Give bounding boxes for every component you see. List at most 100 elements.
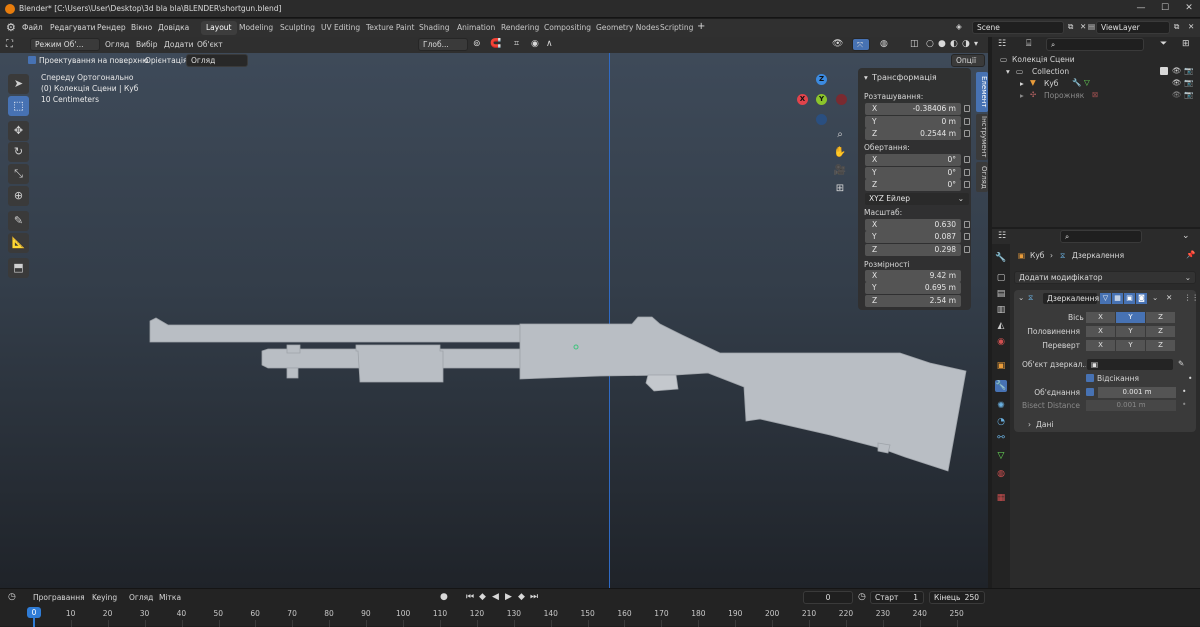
tab-texture-paint[interactable]: Texture Paint [361, 21, 419, 35]
maximize-icon[interactable]: ☐ [1156, 3, 1174, 15]
gizmo-y-axis[interactable]: Y [816, 94, 827, 105]
location-z-field[interactable]: Z 0.2544 m [865, 128, 961, 140]
data-subpanel-label[interactable]: Дані [1036, 420, 1053, 429]
shading-options-icon[interactable]: ▾ [974, 39, 978, 48]
dimension-x-field[interactable]: X 9.42 m [865, 270, 961, 282]
add-modifier-dropdown[interactable]: Додати модифікатор ⌄ [1014, 271, 1196, 284]
bisect-y-toggle[interactable]: Y [1116, 326, 1145, 337]
object-tab-icon[interactable]: ▣ [995, 360, 1007, 372]
axis-x-toggle[interactable]: X [1086, 312, 1115, 323]
bisect-z-toggle[interactable]: Z [1146, 326, 1175, 337]
tab-shading[interactable]: Shading [414, 21, 454, 35]
lock-icon[interactable] [964, 169, 970, 176]
outliner-row-cube[interactable]: ▸ ▼ Куб 🔧 ▽ 👁 📷 [992, 78, 1200, 90]
frame-ruler[interactable]: 10 20 30 40 50 60 70 80 90 100 110 120 130 140 150 160 1… [0, 589, 1200, 627]
rotation-y-field[interactable]: Y 0° [865, 167, 961, 179]
playhead[interactable]: 0 [27, 607, 41, 618]
lock-icon[interactable] [964, 246, 970, 253]
physics-tab-icon[interactable]: ◔ [995, 416, 1007, 428]
material-shading-icon[interactable]: ◐ [950, 39, 958, 49]
panel-options-icon[interactable]: ⌄ [1182, 231, 1190, 241]
lock-icon[interactable] [964, 105, 970, 112]
modifier-tab-icon[interactable]: 🔧 [995, 380, 1007, 392]
outliner-search-input[interactable]: ⌕ [1046, 38, 1144, 51]
gizmo-negative-x[interactable] [836, 94, 847, 105]
location-y-field[interactable]: Y 0 m [865, 116, 961, 128]
axis-y-toggle[interactable]: Y [1116, 312, 1145, 323]
tab-modeling[interactable]: Modeling [234, 21, 278, 35]
menu-view[interactable]: Огляд [105, 40, 129, 49]
tab-tool[interactable]: Інструмент [976, 114, 988, 160]
gizmo-negative-z[interactable] [816, 114, 827, 125]
render-toggle-icon[interactable]: ◙ [1136, 293, 1147, 304]
eye-icon[interactable]: 👁 [1172, 78, 1182, 87]
material-tab-icon[interactable]: ◍ [995, 468, 1007, 480]
editor-type-icon[interactable]: ⛶ [6, 39, 13, 50]
scale-x-field[interactable]: X 0.630 [865, 219, 961, 231]
pivot-icon[interactable]: ⊚ [473, 39, 481, 49]
zoom-icon[interactable]: ⌕ [832, 127, 848, 143]
world-tab-icon[interactable]: ◉ [995, 336, 1007, 348]
viewlayer-copy-icon[interactable]: ⧉ [1174, 22, 1179, 32]
display-mode-icon[interactable]: ⌸ [1026, 39, 1031, 49]
scene-icon[interactable]: ◈ [956, 22, 962, 31]
collapse-chevron-icon[interactable]: ⌄ [1018, 293, 1024, 302]
camera-view-icon[interactable]: 🎥 [832, 163, 848, 179]
tab-compositing[interactable]: Compositing [539, 21, 596, 35]
viewport-toggle-icon[interactable]: ▣ [1124, 293, 1135, 304]
menu-help[interactable]: Довідка [158, 23, 189, 32]
tab-rendering[interactable]: Rendering [496, 21, 544, 35]
location-x-field[interactable]: X -0.38406 m [865, 103, 961, 115]
eye-icon[interactable]: 👁 [1172, 66, 1182, 75]
tab-view[interactable]: Огляд [976, 162, 988, 192]
merge-distance-field[interactable]: 0.001 m [1098, 387, 1176, 398]
filter-icon[interactable]: ⏷ [1160, 39, 1167, 49]
wireframe-shading-icon[interactable]: ○ [926, 39, 934, 49]
keyframe-dot-icon[interactable]: • [1182, 387, 1186, 396]
merge-checkbox[interactable] [1086, 388, 1097, 397]
proportional-edit-icon[interactable]: ◉ [531, 39, 539, 49]
camera-icon[interactable]: 📷 [1184, 66, 1193, 75]
tool-tab-icon[interactable]: 🔧 [995, 252, 1007, 264]
tab-scripting[interactable]: Scripting [655, 21, 698, 35]
dimension-y-field[interactable]: Y 0.695 m [865, 282, 961, 294]
modifier-name-field[interactable]: Дзеркалення [1042, 292, 1099, 305]
close-icon[interactable]: ✕ [1180, 3, 1198, 15]
scene-selector[interactable]: Scene [972, 21, 1064, 34]
eye-icon[interactable]: 👁 [1172, 90, 1182, 99]
add-workspace-icon[interactable]: + [697, 21, 705, 32]
flip-y-toggle[interactable]: Y [1116, 340, 1145, 351]
camera-icon[interactable]: 📷 [1184, 90, 1193, 99]
scale-y-field[interactable]: Y 0.087 [865, 231, 961, 243]
rendered-shading-icon[interactable]: ◑ [962, 39, 970, 49]
tab-geometry-nodes[interactable]: Geometry Nodes [591, 21, 664, 35]
scene-copy-icon[interactable]: ⧉ [1068, 22, 1073, 32]
snap-icon[interactable]: 🧲 [490, 39, 501, 49]
bisect-distance-field[interactable]: 0.001 m [1086, 400, 1176, 411]
outliner-row-collection[interactable]: ▾ ▭ Collection 👁 📷 [992, 66, 1200, 78]
keyframe-dot-icon[interactable]: • [1182, 400, 1186, 409]
drag-handle-icon[interactable]: ⋮⋮ [1184, 293, 1199, 302]
camera-icon[interactable]: 📷 [1184, 78, 1193, 87]
gizmo-toggle-icon[interactable]: ⤧ [852, 38, 870, 51]
tab-animation[interactable]: Animation [452, 21, 500, 35]
edit-mode-toggle-icon[interactable]: ▽ [1100, 293, 1111, 304]
overlay-toggle-icon[interactable]: ◍ [880, 39, 888, 49]
menu-file[interactable]: Файл [22, 23, 43, 32]
menu-edit[interactable]: Редагувати [50, 23, 96, 32]
menu-select[interactable]: Вибір [136, 40, 158, 49]
rotation-x-field[interactable]: X 0° [865, 154, 961, 166]
rotation-z-field[interactable]: Z 0° [865, 179, 961, 191]
lock-icon[interactable] [964, 233, 970, 240]
visibility-icon[interactable]: 👁 [832, 39, 843, 49]
output-tab-icon[interactable]: ▤ [995, 288, 1007, 300]
tab-item[interactable]: Елемент [976, 72, 988, 112]
lock-icon[interactable] [964, 130, 970, 137]
view-layer-tab-icon[interactable]: ▥ [995, 304, 1007, 316]
transform-orientation-selector[interactable]: Глоб... [418, 38, 468, 51]
new-collection-icon[interactable]: ⊞ [1182, 39, 1190, 49]
outliner-row-scene-collection[interactable]: ▭ Колекція Сцени [992, 55, 1200, 66]
tab-uv-editing[interactable]: UV Editing [316, 21, 365, 35]
modifier-menu-icon[interactable]: ⌄ [1152, 293, 1158, 302]
rotation-mode-selector[interactable]: XYZ Ейлер ⌄ [865, 193, 969, 205]
